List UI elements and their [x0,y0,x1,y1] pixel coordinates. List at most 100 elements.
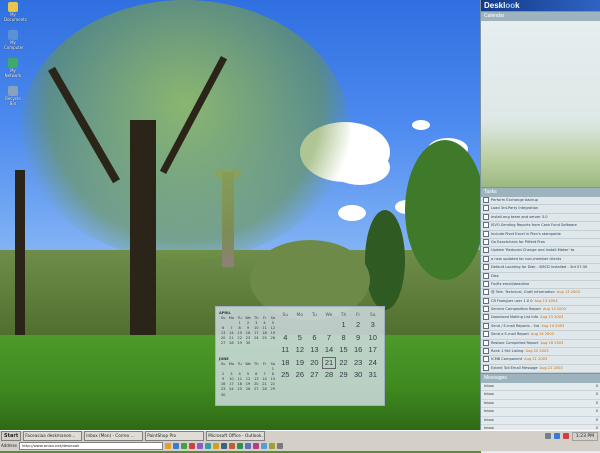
task-checkbox[interactable] [483,213,489,220]
task-item[interactable]: Download Mailing List Info Aug 13 2003 [481,314,600,323]
task-item[interactable]: Perform Exchange backup [481,197,600,206]
taskbar-window-button[interactable]: Faceasiaa deskmanon... [23,431,83,441]
day-cell[interactable]: 17 [365,344,380,357]
day-cell[interactable]: 23 [351,357,366,370]
day-cell[interactable]: 30 [351,369,366,382]
mini-day[interactable]: 28 [227,341,235,346]
task-checkbox[interactable] [483,222,489,229]
message-item[interactable]: Inbox 0 [481,383,600,392]
mini-day[interactable]: 10 [227,377,235,382]
mini-day[interactable]: 25 [260,336,268,341]
mini-day[interactable]: 18 [236,382,244,387]
task-item[interactable]: Send / E-mail Reports - 3rd Aug 14 2003 [481,322,600,332]
task-checkbox[interactable] [483,364,489,371]
today-cell[interactable]: 21 [321,356,337,370]
day-cell[interactable]: 26 [293,369,308,382]
mini-day[interactable]: 9 [219,377,227,382]
mini-day[interactable]: 26 [269,336,277,341]
antivirus-icon[interactable] [562,433,569,439]
day-cell[interactable]: 8 [336,332,351,345]
mini-day[interactable]: 26 [244,387,252,392]
taskbar-window-button[interactable]: PaintShop Pro [145,431,205,441]
task-item[interactable]: CR Fixes/per user 1.0 0 Aug 13 2003 [481,297,600,307]
mini-day[interactable]: 5 [244,372,252,377]
mini-day[interactable]: 12 [269,326,277,331]
task-item[interactable]: Restore Completed Report Aug 18 2003 [481,339,600,349]
mini-day[interactable]: 24 [227,387,235,392]
mini-day[interactable]: 29 [236,341,244,346]
task-checkbox[interactable] [483,331,489,338]
task-checkbox[interactable] [483,289,489,296]
message-item[interactable]: Inbox 0 [481,400,600,409]
quick-launch-icon[interactable] [204,442,211,449]
quick-launch-icon[interactable] [276,442,283,449]
mini-day[interactable]: 15 [269,377,277,382]
task-checkbox[interactable] [483,264,489,271]
quick-launch-icon[interactable] [180,442,187,449]
speaker-icon[interactable] [544,433,551,439]
task-item[interactable]: Load 3rd-Party Integration [481,205,600,214]
mini-day[interactable]: 21 [227,336,235,341]
network-tray-icon[interactable] [553,433,560,439]
task-item[interactable]: a new updated for non-member clients [481,255,600,265]
mini-day[interactable]: 2 [219,372,227,377]
quick-launch-icon[interactable] [196,442,203,449]
mini-day[interactable]: 27 [252,387,260,392]
mini-day[interactable]: 13 [252,377,260,382]
desktop-shortcut[interactable]: My Network [4,58,22,78]
day-cell[interactable]: 31 [365,369,380,382]
desktop-shortcut[interactable]: My Documents [4,2,27,22]
task-checkbox[interactable] [483,306,489,313]
day-cell[interactable]: 11 [278,344,293,357]
day-cell[interactable]: 16 [351,344,366,357]
calendar-panel[interactable] [481,21,600,187]
task-checkbox[interactable] [483,255,489,262]
task-item[interactable]: Disk [481,272,600,281]
task-item[interactable]: Send a E-mail Report Aug 14 2003 [481,331,600,340]
mini-day[interactable]: 18 [260,331,268,336]
day-cell[interactable]: 14 [322,344,337,357]
mini-day[interactable]: 4 [236,372,244,377]
mini-day[interactable]: 23 [219,387,227,392]
mini-day[interactable]: 30 [219,393,227,398]
day-cell[interactable]: 12 [293,344,308,357]
mini-day[interactable]: 6 [219,326,227,331]
mini-day[interactable]: 1 [269,367,277,372]
desktop-shortcut[interactable]: My Computer [4,30,24,50]
quick-launch-icon[interactable] [236,442,243,449]
task-checkbox[interactable] [483,247,489,254]
mini-day[interactable]: 6 [252,372,260,377]
message-item[interactable]: Inbox 0 [481,417,600,425]
mini-day[interactable]: 17 [252,331,260,336]
mini-day[interactable]: 9 [244,326,252,331]
quick-launch-icon[interactable] [260,442,267,449]
task-checkbox[interactable] [483,348,489,355]
day-cell[interactable]: 28 [322,369,337,382]
day-cell[interactable]: 6 [307,332,322,345]
task-checkbox[interactable] [483,339,489,346]
task-item[interactable]: Fix/fix email/deadline [481,280,600,290]
mini-day[interactable]: 29 [269,387,277,392]
day-cell[interactable]: 5 [293,332,308,345]
mini-day[interactable]: 19 [269,331,277,336]
mini-day[interactable]: 8 [236,326,244,331]
task-item[interactable]: Install eng team and server 3.0 [481,213,600,223]
day-cell[interactable]: 22 [336,357,351,370]
day-cell[interactable]: 24 [365,357,380,370]
day-cell[interactable]: 20 [307,357,322,370]
clock[interactable]: 1:23 PM [571,431,598,441]
day-cell[interactable]: 1 [336,319,351,332]
quick-launch-icon[interactable] [252,442,259,449]
day-cell[interactable]: 19 [293,357,308,370]
mini-day[interactable]: 15 [236,331,244,336]
task-checkbox[interactable] [483,314,489,321]
task-item[interactable]: ISVO-Sending Reports from Cash Fund Soft… [481,222,600,231]
mini-day[interactable]: 16 [244,331,252,336]
task-item[interactable]: Rank 1 Fall Listing Aug 20 2003 [481,348,600,357]
taskbar-window-button[interactable]: Inbox (Mon) - Correo ... [84,431,144,441]
mini-day[interactable]: 20 [219,336,227,341]
mini-day[interactable]: 20 [252,382,260,387]
mini-day[interactable]: 21 [260,382,268,387]
quick-launch-icon[interactable] [244,442,251,449]
day-cell[interactable]: 7 [322,332,337,345]
